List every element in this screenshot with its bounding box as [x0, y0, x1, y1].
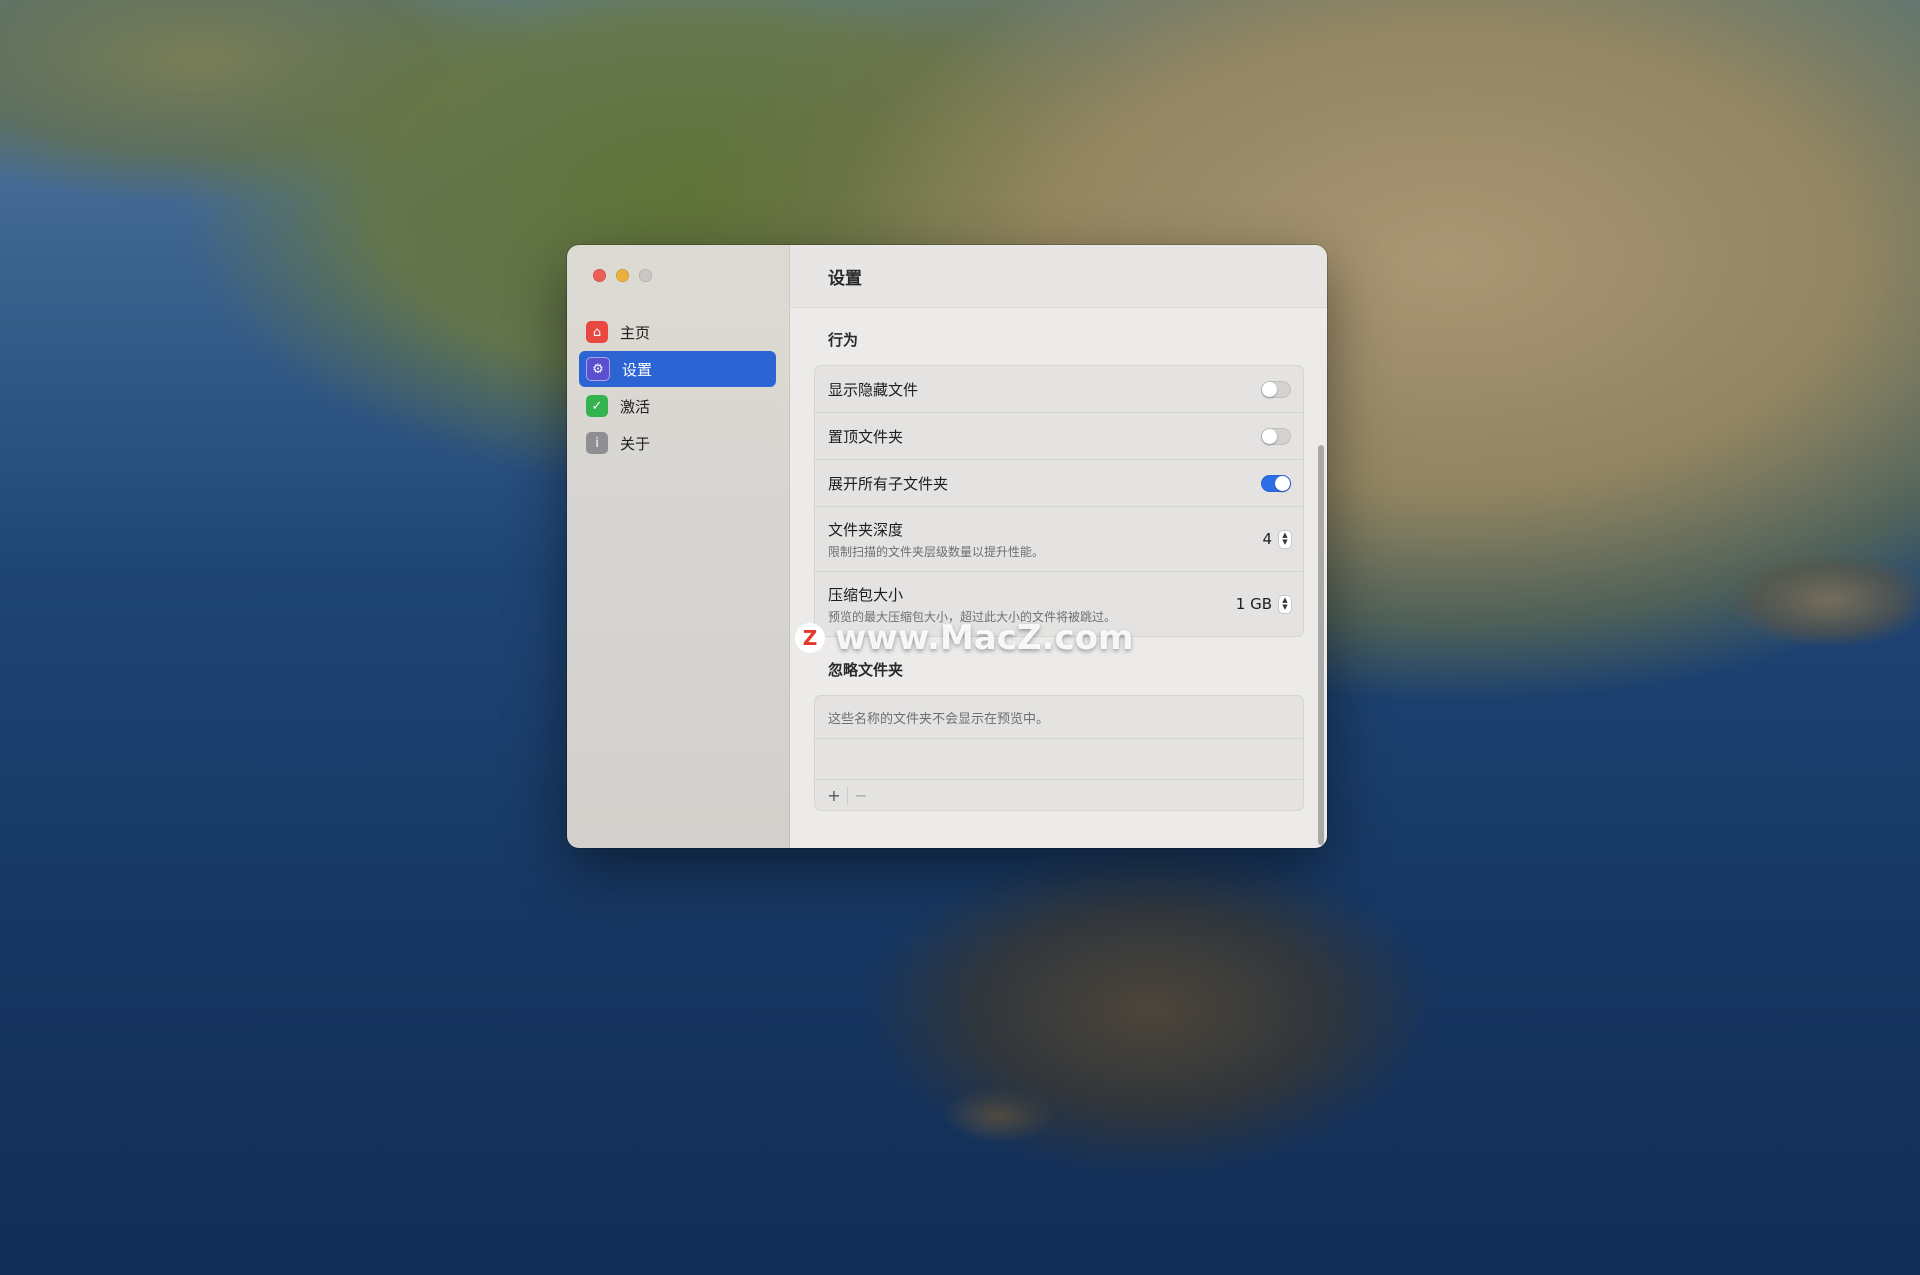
folder-depth-value: 4: [1262, 530, 1272, 548]
expand-all-row: 展开所有子文件夹: [815, 460, 1303, 507]
sidebar-item-label: 主页: [620, 323, 651, 342]
toggle-knob: [1262, 428, 1277, 444]
ignore-description: 这些名称的文件夹不会显示在预览中。: [815, 696, 1303, 739]
house-icon: ⌂: [586, 321, 608, 343]
stepper-arrows-icon[interactable]: ▲ ▼: [1279, 530, 1291, 548]
watermark: Z www.MacZ.com: [795, 618, 1133, 658]
sidebar-item-home[interactable]: ⌂ 主页: [579, 314, 776, 350]
behavior-group: 显示隐藏文件 置顶文件夹 展开所有子文件夹 文件夹深度 限制扫描的文件夹层级数量…: [814, 365, 1304, 637]
settings-icon: ⚙: [586, 357, 610, 381]
archive-size-label: 压缩包大小: [828, 585, 904, 604]
pin-folders-label: 置顶文件夹: [828, 427, 904, 446]
folder-depth-label: 文件夹深度: [828, 520, 904, 539]
sidebar-item-activate[interactable]: ✓ 激活: [579, 388, 776, 424]
settings-pane: 设置 行为 显示隐藏文件 置顶文件夹 展开所有子文件夹 文件夹深度 限制扫描的文…: [790, 245, 1327, 848]
toggle-knob: [1275, 475, 1290, 491]
pin-folders-row: 置顶文件夹: [815, 413, 1303, 460]
sidebar-item-label: 设置: [622, 360, 653, 379]
zoom-button[interactable]: [639, 269, 652, 282]
settings-window: ⌂ 主页 ⚙ 设置 ✓ 激活 i 关于 设置 行为 显示隐藏文件 置顶文件夹 展…: [567, 245, 1327, 848]
page-title: 设置: [790, 245, 1327, 308]
add-folder-button[interactable]: +: [821, 786, 847, 805]
info-icon: i: [586, 432, 608, 454]
sidebar-item-settings[interactable]: ⚙ 设置: [579, 351, 776, 387]
ignore-toolbar: + −: [815, 780, 1303, 810]
expand-all-label: 展开所有子文件夹: [828, 474, 949, 493]
window-controls: [593, 269, 652, 282]
folder-depth-stepper[interactable]: 4 ▲ ▼: [1262, 530, 1291, 548]
sidebar-item-label: 关于: [620, 434, 651, 453]
show-hidden-label: 显示隐藏文件: [828, 380, 919, 399]
remove-folder-button[interactable]: −: [847, 785, 874, 805]
behavior-heading: 行为: [828, 331, 859, 349]
archive-size-stepper[interactable]: 1 GB ▲ ▼: [1236, 595, 1291, 613]
show-hidden-row: 显示隐藏文件: [815, 366, 1303, 413]
scrollbar[interactable]: [1318, 445, 1324, 845]
expand-all-toggle[interactable]: [1261, 474, 1291, 492]
watermark-text: www.MacZ.com: [835, 618, 1134, 658]
sidebar-nav: ⌂ 主页 ⚙ 设置 ✓ 激活 i 关于: [579, 314, 776, 462]
sidebar: ⌂ 主页 ⚙ 设置 ✓ 激活 i 关于: [567, 245, 790, 848]
folder-depth-row: 文件夹深度 限制扫描的文件夹层级数量以提升性能。 4 ▲ ▼: [815, 507, 1303, 572]
stepper-arrows-icon[interactable]: ▲ ▼: [1279, 595, 1291, 613]
checkmark-icon: ✓: [586, 395, 608, 417]
close-button[interactable]: [593, 269, 606, 282]
folder-depth-description: 限制扫描的文件夹层级数量以提升性能。: [828, 544, 1045, 559]
archive-size-value: 1 GB: [1235, 595, 1272, 613]
show-hidden-toggle[interactable]: [1261, 380, 1291, 398]
toggle-knob: [1262, 381, 1277, 397]
minimize-button[interactable]: [616, 269, 629, 282]
pin-folders-toggle[interactable]: [1261, 427, 1291, 445]
settings-content: 行为 显示隐藏文件 置顶文件夹 展开所有子文件夹 文件夹深度 限制扫描的文件夹层…: [814, 307, 1304, 811]
folder-depth-labels: 文件夹深度 限制扫描的文件夹层级数量以提升性能。: [828, 519, 1044, 560]
sidebar-item-label: 激活: [620, 397, 651, 416]
ignore-folders-list: 这些名称的文件夹不会显示在预览中。 + −: [814, 695, 1304, 811]
watermark-logo-icon: Z: [795, 623, 825, 653]
sidebar-item-about[interactable]: i 关于: [579, 425, 776, 461]
ignore-heading: 忽略文件夹: [828, 661, 904, 679]
ignore-list-area[interactable]: [815, 739, 1303, 780]
